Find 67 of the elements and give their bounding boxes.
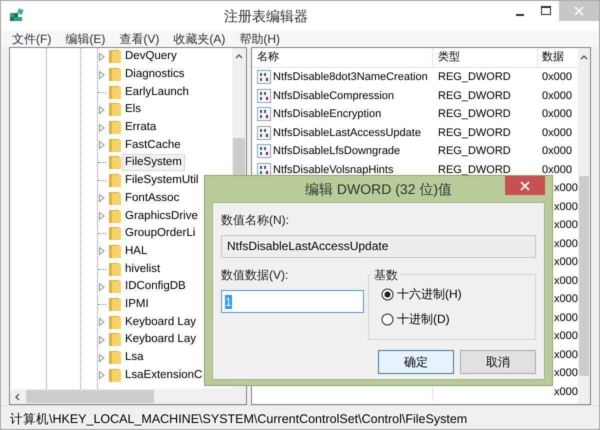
column-header[interactable]: 类型 (432, 48, 537, 67)
table-cell-text: 0x000 (541, 144, 573, 159)
dialog-button[interactable]: 取消 (460, 350, 536, 374)
dialog-button[interactable]: 确定 (378, 350, 454, 374)
table-cell: x000 (554, 386, 578, 398)
table-cell-text: 0x000 (541, 126, 573, 140)
tree-item[interactable]: EarlyLaunch (122, 84, 192, 101)
table-cell: x000 (554, 219, 578, 231)
tree-item[interactable]: IDConfigDB (122, 278, 189, 296)
table-cell-text: 0x000 (541, 107, 573, 122)
table-cell: x000 (554, 238, 578, 250)
tree-item[interactable]: Diagnostics (122, 66, 188, 84)
table-cell: x000 (554, 293, 578, 305)
table-cell-text: NtfsDisableEncryption (273, 107, 382, 122)
table-cell: x000 (554, 312, 578, 324)
menu-item[interactable]: 编辑(E) (58, 31, 112, 47)
table-cell: x000 (554, 256, 578, 268)
tree-item[interactable]: Errata (122, 119, 160, 136)
table-cell: x000 (554, 200, 578, 212)
table-cell-text: NtfsDisableCompression (273, 88, 394, 104)
table-cell-text: NtfsDisableVolsnapHints (273, 162, 394, 178)
table-cell-text: 0x000 (541, 88, 573, 104)
group-label: 基数 (372, 266, 400, 284)
table-cell-text: NtfsDisable8dot3NameCreation (273, 70, 428, 85)
menu-item[interactable]: 收藏夹(A) (166, 31, 232, 47)
tree-item[interactable]: GraphicsDrive (122, 208, 201, 225)
radio-button[interactable]: 十进制(D) (381, 310, 450, 328)
table-cell: x000 (554, 274, 578, 286)
window-title: 注册表编辑器 (224, 8, 308, 24)
table-cell: x000 (554, 367, 578, 379)
tree-item[interactable]: hivelist (122, 260, 164, 278)
table-cell: x000 (554, 330, 578, 342)
tree-item[interactable]: FontAssoc (122, 190, 182, 207)
table-cell-text: NtfsDisableLastAccessUpdate (273, 126, 421, 140)
table-cell-text: REG_DWORD (437, 162, 512, 178)
tree-item[interactable]: Keyboard Lay (122, 331, 199, 348)
tree-item[interactable]: FileSystemUtil (122, 172, 202, 190)
table-cell-text: 0x000 (541, 162, 573, 178)
table-cell: x000 (554, 182, 578, 194)
table-cell-text: REG_DWORD (437, 144, 512, 159)
menu-item[interactable]: 帮助(H) (232, 31, 287, 47)
field-label: 数值数据(V): (221, 267, 290, 284)
table-cell-text: REG_DWORD (437, 107, 512, 122)
table-cell-text: REG_DWORD (437, 70, 512, 85)
tree-item[interactable]: FileSystem (122, 154, 185, 172)
menu-item[interactable]: 文件(F) (5, 31, 58, 47)
table-cell-text: NtfsDisableLfsDowngrade (273, 144, 400, 159)
status-path: 计算机\HKEY_LOCAL_MACHINE\SYSTEM\CurrentControlSet\Control\FileSystem (10, 412, 468, 426)
radio-button[interactable]: 十六进制(H) (381, 285, 462, 303)
tree-item[interactable]: GroupOrderLi (122, 225, 198, 242)
tree-item[interactable]: Keyboard Lay (122, 314, 199, 331)
menu-item[interactable]: 查看(V) (112, 31, 166, 47)
table-cell-text: REG_DWORD (437, 88, 512, 104)
field-label: 数值名称(N): (221, 212, 290, 229)
table-cell-text: 0x000 (541, 70, 573, 85)
table-cell-text: REG_DWORD (437, 126, 512, 140)
tree-item[interactable]: HAL (122, 242, 150, 260)
table-cell: x000 (554, 348, 578, 360)
tree-item[interactable]: Els (122, 101, 144, 118)
tree-item[interactable]: IPMI (122, 296, 152, 313)
tree-item[interactable]: LsaExtensionC (122, 366, 206, 384)
value-name-field: NtfsDisableLastAccessUpdate (221, 235, 536, 258)
tree-item[interactable]: Lsa (122, 349, 147, 366)
column-header[interactable]: 名称 (252, 48, 432, 67)
tree-item[interactable]: FastCache (122, 136, 184, 154)
tree-item[interactable]: DevQuery (122, 48, 180, 66)
dialog-title: 编辑 DWORD (32 位)值 (305, 180, 452, 199)
